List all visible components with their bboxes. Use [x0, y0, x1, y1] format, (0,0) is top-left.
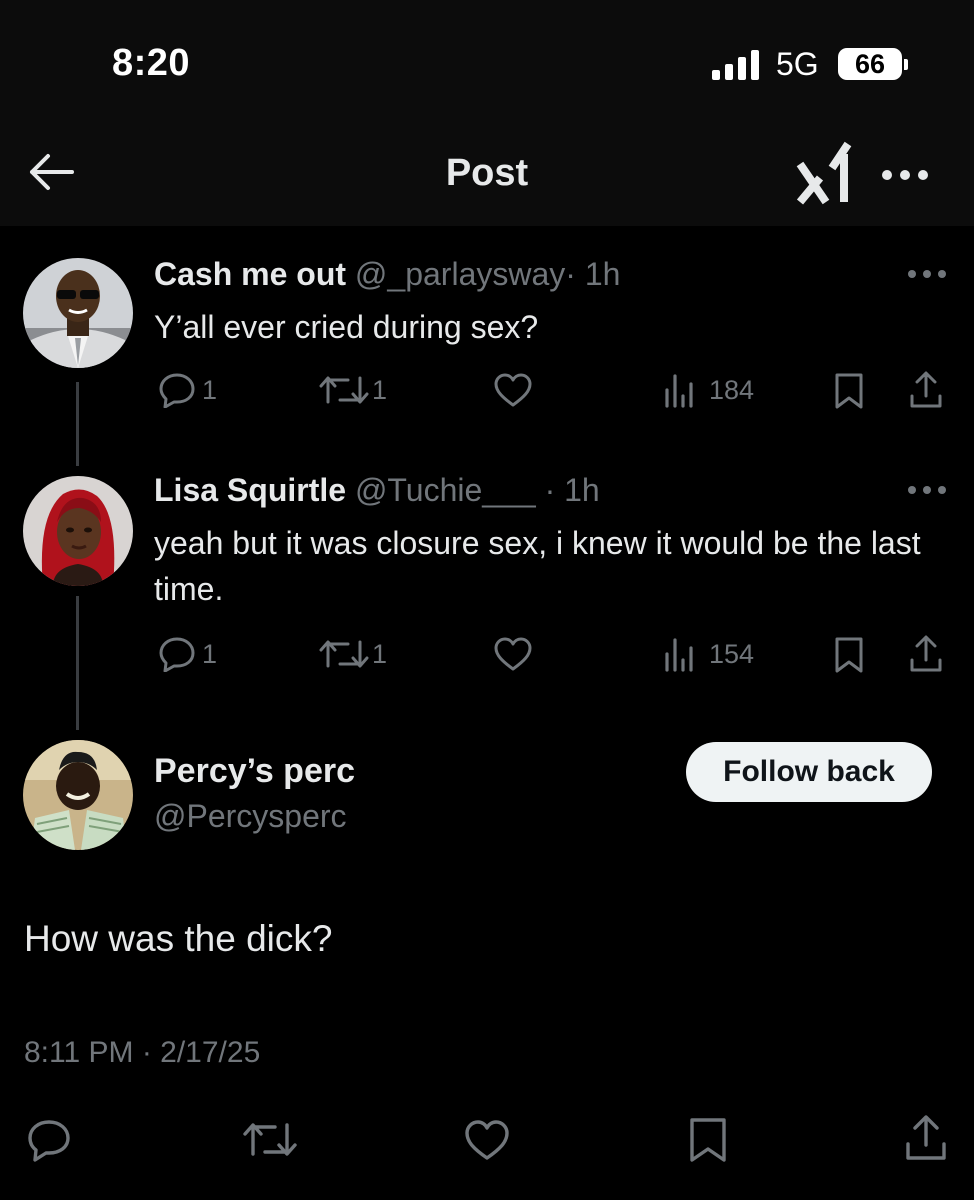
avatar[interactable]: [23, 740, 133, 850]
reply-count: 1: [202, 374, 218, 405]
more-icon[interactable]: [880, 168, 930, 182]
views-icon: [665, 638, 693, 672]
grok-icon[interactable]: [796, 140, 856, 206]
repost-button[interactable]: 1: [318, 638, 387, 670]
views-button[interactable]: 154: [663, 636, 754, 672]
repost-count: 1: [372, 638, 388, 669]
more-icon[interactable]: [906, 484, 948, 496]
like-icon[interactable]: [493, 636, 533, 672]
reply-icon: [159, 373, 195, 408]
views-count: 154: [709, 638, 755, 669]
post-age: · 1h: [565, 256, 621, 292]
reply-count: 1: [202, 638, 218, 669]
repost-count: 1: [372, 374, 388, 405]
author-line: Cash me out @_parlaysway· 1h: [154, 256, 620, 293]
avatar[interactable]: [23, 476, 133, 586]
network-label: 5G: [776, 46, 819, 82]
repost-icon: [319, 640, 369, 668]
bookmark-icon[interactable]: [833, 371, 865, 411]
post-text: Y’all ever cried during sex?: [154, 309, 539, 345]
reply-icon[interactable]: [26, 1118, 72, 1162]
reply-button[interactable]: 1: [158, 636, 217, 672]
repost-button[interactable]: 1: [318, 374, 387, 406]
share-icon[interactable]: [908, 634, 944, 674]
views-count: 184: [709, 374, 755, 405]
author-name[interactable]: Cash me out: [154, 256, 346, 292]
bookmark-icon[interactable]: [833, 635, 865, 675]
author-handle[interactable]: @Tuchie___: [355, 472, 536, 508]
repost-icon[interactable]: [242, 1120, 298, 1160]
share-icon[interactable]: [908, 370, 944, 410]
battery-nub: [904, 59, 908, 70]
thread-connector: [76, 382, 79, 466]
like-icon[interactable]: [493, 372, 533, 408]
author-line: Lisa Squirtle @Tuchie___ · 1h: [154, 472, 600, 509]
follow-back-button[interactable]: Follow back: [686, 742, 932, 802]
author-name[interactable]: Lisa Squirtle: [154, 472, 346, 508]
reply-button[interactable]: 1: [158, 372, 217, 408]
share-icon[interactable]: [904, 1114, 948, 1162]
post-text: How was the dick?: [24, 918, 333, 959]
author-handle[interactable]: @_parlaysway: [355, 256, 565, 292]
signal-icon: [712, 50, 759, 80]
status-time: 8:20: [112, 42, 191, 84]
views-icon: [665, 374, 693, 408]
author-handle[interactable]: @Percysperc: [154, 798, 347, 835]
repost-icon: [319, 376, 369, 404]
more-icon[interactable]: [906, 268, 948, 280]
thread-connector: [76, 596, 79, 730]
post-timestamp: 8:11 PM · 2/17/25: [24, 1036, 261, 1069]
avatar[interactable]: [23, 258, 133, 368]
views-button[interactable]: 184: [663, 372, 754, 408]
post-age: · 1h: [544, 472, 600, 508]
like-icon[interactable]: [463, 1118, 511, 1162]
post-text: yeah but it was closure sex, i knew it w…: [154, 525, 921, 607]
reply-icon: [159, 637, 195, 672]
author-name[interactable]: Percy’s perc: [154, 752, 355, 791]
bookmark-icon[interactable]: [688, 1116, 728, 1164]
battery-icon: 66: [838, 48, 902, 80]
